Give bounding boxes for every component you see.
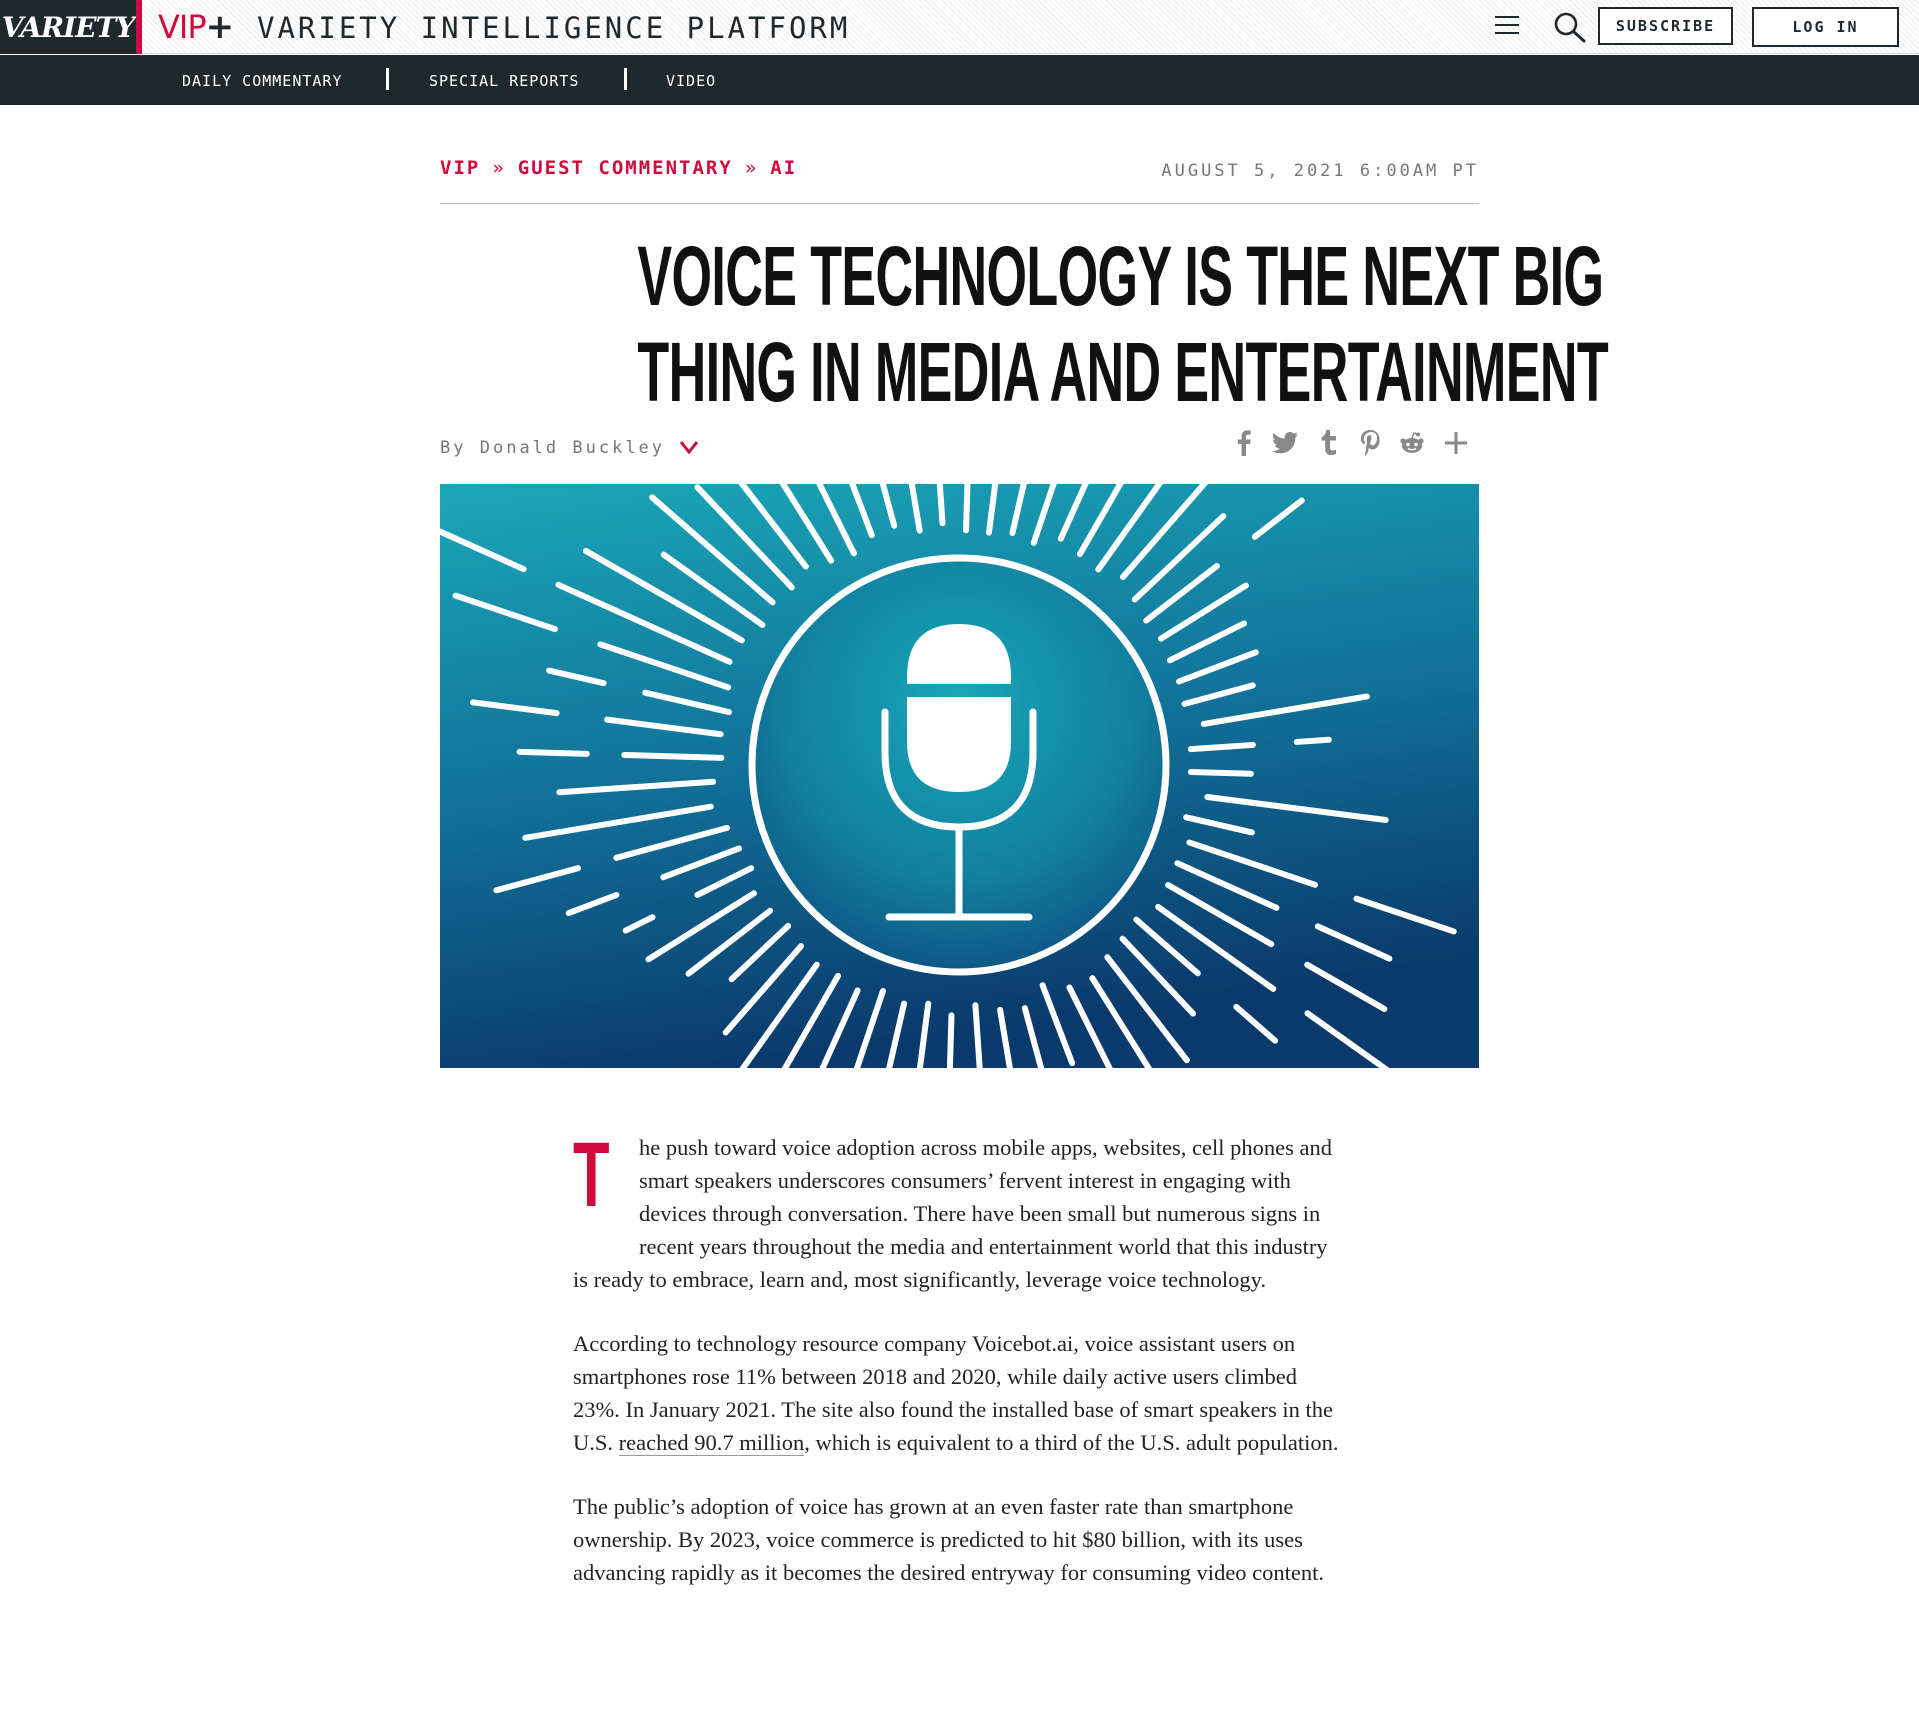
facebook-icon[interactable] — [1229, 428, 1259, 458]
publish-date: AUGUST 5, 2021 6:00AM PT — [1161, 161, 1479, 181]
subscribe-button[interactable]: SUBSCRIBE — [1598, 7, 1733, 45]
hamburger-menu-icon[interactable] — [1495, 16, 1519, 38]
sunburst-ray — [963, 484, 971, 534]
sunburst-ray — [621, 751, 725, 761]
nav-separator — [624, 68, 627, 90]
brand-stripe — [136, 0, 142, 54]
platform-title: VARIETY INTELLIGENCE PLATFORM — [257, 11, 851, 45]
variety-logo[interactable]: VARIETY — [0, 0, 136, 54]
paragraph-2-text-b: , which is equivalent to a third of the … — [804, 1430, 1339, 1455]
vip-logo-plus: + — [205, 7, 234, 47]
header-divider — [440, 203, 1479, 204]
breadcrumb-separator: » — [744, 157, 759, 179]
nav-video[interactable]: VIDEO — [666, 72, 716, 90]
hero-image — [440, 484, 1479, 1068]
nav-daily-commentary[interactable]: DAILY COMMENTARY — [182, 72, 343, 90]
login-button[interactable]: LOG IN — [1752, 7, 1899, 47]
paragraph-2: According to technology resource company… — [573, 1327, 1348, 1459]
nav-separator — [386, 68, 389, 90]
pinterest-icon[interactable] — [1355, 428, 1385, 458]
search-icon[interactable] — [1553, 11, 1587, 43]
breadcrumb-separator: » — [492, 157, 506, 179]
inline-link-smart-speakers[interactable]: reached 90.7 million — [618, 1430, 805, 1456]
breadcrumb-ai[interactable]: AI — [770, 157, 797, 179]
byline: By Donald Buckley — [440, 438, 665, 458]
nav-special-reports[interactable]: SPECIAL REPORTS — [429, 72, 579, 90]
sunburst-ray — [1187, 741, 1256, 753]
vip-logo-text: VIP — [158, 8, 207, 46]
twitter-icon[interactable] — [1270, 428, 1300, 458]
top-bar: VARIETY VIP+ VARIETY INTELLIGENCE PLATFO… — [0, 0, 1919, 54]
article-headline: VOICE TECHNOLOGY IS THE NEXT BIG THING I… — [637, 228, 1609, 420]
chevron-down-icon[interactable] — [679, 439, 699, 455]
section-nav: DAILY COMMENTARY SPECIAL REPORTS VIDEO — [0, 55, 1919, 105]
breadcrumb-vip[interactable]: VIP — [440, 157, 480, 179]
dropcap: T — [573, 1124, 610, 1226]
headline-line-1: VOICE TECHNOLOGY IS THE NEXT BIG — [637, 229, 1604, 323]
sunburst-ray — [516, 748, 590, 757]
paragraph-1: The push toward voice adoption across mo… — [573, 1124, 1348, 1296]
article-body: The push toward voice adoption across mo… — [573, 1124, 1348, 1620]
microphone-illustration — [440, 484, 1479, 1068]
vip-plus-logo[interactable]: VIP+ — [158, 7, 234, 47]
paragraph-1-text: he push toward voice adoption across mob… — [573, 1135, 1332, 1292]
sunburst-ray — [1293, 736, 1332, 745]
reddit-icon[interactable] — [1397, 428, 1427, 458]
tumblr-icon[interactable] — [1313, 428, 1343, 458]
sunburst-ray — [1187, 768, 1254, 777]
byline-prefix: By — [440, 438, 467, 458]
paragraph-3: The public’s adoption of voice has grown… — [573, 1494, 1325, 1585]
breadcrumb: VIP » GUEST COMMENTARY » AI — [440, 157, 797, 179]
author-name[interactable]: Donald Buckley — [480, 438, 665, 458]
breadcrumb-guest-commentary[interactable]: GUEST COMMENTARY — [518, 157, 733, 179]
headline-line-2: THING IN MEDIA AND ENTERTAINMENT — [637, 325, 1609, 419]
plus-icon[interactable] — [1441, 428, 1471, 458]
